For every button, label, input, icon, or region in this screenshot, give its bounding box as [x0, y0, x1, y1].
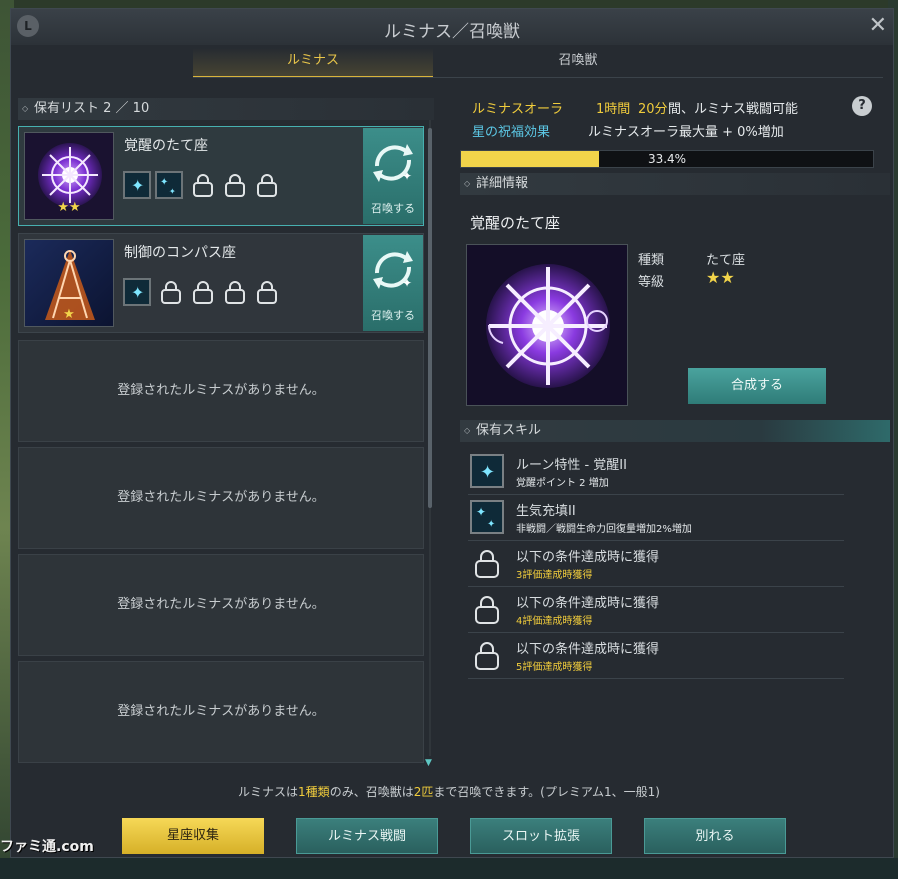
- summon-label: 召喚する: [371, 202, 415, 215]
- skill-desc: 非戦闘／戦闘生命力回復量増加2%増加: [516, 524, 692, 535]
- svg-text:✦: ✦: [402, 276, 412, 290]
- svg-text:✦: ✦: [487, 519, 495, 530]
- grade-stars: ★★: [57, 200, 81, 215]
- empty-slot: 登録されたルミナスがありません。: [18, 554, 424, 656]
- skill-name: ルーン特性 - 覚醒II: [516, 458, 627, 473]
- skill-slot-sparkle-icon[interactable]: ✦: [123, 171, 151, 199]
- window-title: ルミナス／召喚獣: [384, 22, 520, 42]
- note-part: まで召喚できます。(プレミアム1、一般1): [433, 785, 660, 799]
- luminas-thumbnail-shield: ★★: [24, 132, 114, 220]
- skill-desc: 5評価達成時獲得: [516, 662, 593, 673]
- skills-header: 保有スキル: [460, 420, 890, 442]
- summon-label: 召喚する: [371, 309, 415, 322]
- summon-button[interactable]: ✦ 召喚する: [363, 128, 423, 224]
- luminas-name: 覚醒のたて座: [124, 138, 208, 154]
- lock-icon: [470, 592, 504, 626]
- summon-icon: ✦: [373, 144, 413, 183]
- lock-icon: [470, 638, 504, 672]
- empty-slot: 登録されたルミナスがありません。: [18, 447, 424, 549]
- lock-icon: [189, 171, 217, 199]
- lock-icon: [221, 278, 249, 306]
- luminas-battle-button[interactable]: ルミナス戦闘: [296, 818, 438, 854]
- aura-progress-bar: 33.4%: [460, 150, 874, 168]
- close-icon[interactable]: ✕: [869, 13, 887, 38]
- grade-stars-icon: ★★: [706, 268, 735, 287]
- aura-minutes: 20分: [638, 102, 668, 117]
- aura-progress-text: 33.4%: [647, 152, 687, 166]
- skill-desc: 覚醒ポイント 2 増加: [516, 478, 609, 489]
- slot-expand-button[interactable]: スロット拡張: [470, 818, 612, 854]
- svg-text:✦: ✦: [402, 169, 412, 183]
- scroll-down-arrow-icon[interactable]: ▼: [425, 758, 432, 768]
- skill-row-locked[interactable]: 以下の条件達成時に獲得 4評価達成時獲得: [468, 588, 844, 633]
- luminas-entry-shield[interactable]: ★★ 覚醒のたて座 ✦ ✦ ✦ ✦ 召喚する: [18, 126, 424, 226]
- aura-hours: 1時間: [596, 102, 631, 117]
- constellation-collect-button[interactable]: 星座収集: [122, 818, 264, 854]
- detail-header: 詳細情報: [460, 173, 890, 195]
- scrollbar-thumb[interactable]: [428, 128, 432, 508]
- lock-icon: [221, 171, 249, 199]
- skill-slot-sparkle-icon[interactable]: ✦: [123, 278, 151, 306]
- aura-label: ルミナスオーラ: [472, 102, 564, 117]
- luminas-entry-compass[interactable]: ★ 制御のコンパス座 ✦ ✦ 召喚する: [18, 233, 424, 333]
- summon-limit-note: ルミナスは1種類のみ、召喚獣は2匹まで召喚できます。(プレミアム1、一般1): [0, 783, 898, 800]
- detail-name: 覚醒のたて座: [470, 214, 561, 232]
- svg-text:✦: ✦: [476, 505, 486, 519]
- lock-icon: [253, 278, 281, 306]
- tab-luminas[interactable]: ルミナス: [193, 48, 433, 78]
- watermark-logo: ファミ通.com: [0, 839, 94, 855]
- skill-name: 以下の条件達成時に獲得: [516, 642, 660, 657]
- lock-icon: [470, 546, 504, 580]
- part-ways-button[interactable]: 別れる: [644, 818, 786, 854]
- note-highlight: 1種類: [298, 785, 330, 799]
- aura-duration-text: 間、ルミナス戦闘可能: [668, 102, 799, 117]
- owned-list-header: 保有リスト 2 ／ 10: [18, 98, 434, 120]
- luminas-thumbnail-compass: ★: [24, 239, 114, 327]
- background-hud-bottom: [0, 858, 898, 879]
- empty-slot: 登録されたルミナスがありません。: [18, 661, 424, 763]
- type-label: 種類: [638, 253, 665, 268]
- skill-row[interactable]: ✦ ✦ 生気充填II 非戦闘／戦闘生命力回復量増加2%増加: [468, 496, 844, 541]
- title-bar: L ルミナス／召喚獣 ✕: [11, 9, 893, 45]
- svg-text:✦: ✦: [480, 462, 495, 483]
- note-part: のみ、召喚獣は: [329, 785, 414, 799]
- skill-name: 以下の条件達成時に獲得: [516, 550, 660, 565]
- tab-divider: [193, 77, 883, 78]
- skill-row-locked[interactable]: 以下の条件達成時に獲得 3評価達成時獲得: [468, 542, 844, 587]
- grade-stars: ★: [63, 307, 75, 322]
- skill-name: 以下の条件達成時に獲得: [516, 596, 660, 611]
- tab-summon-beast[interactable]: 召喚獣: [448, 48, 708, 76]
- skill-stars-icon: ✦ ✦: [470, 500, 504, 534]
- svg-text:✦: ✦: [131, 283, 144, 302]
- type-value: たて座: [706, 253, 746, 268]
- grade-label: 等級: [638, 275, 665, 290]
- note-part: ルミナスは: [238, 785, 299, 799]
- lock-icon: [253, 171, 281, 199]
- blessing-label: 星の祝福効果: [472, 125, 551, 140]
- note-highlight: 2匹: [413, 785, 434, 799]
- luminas-name: 制御のコンパス座: [124, 245, 236, 261]
- blessing-effect: ルミナスオーラ最大量 + 0%増加: [588, 125, 784, 140]
- skill-desc: 3評価達成時獲得: [516, 570, 593, 581]
- summon-button[interactable]: ✦ 召喚する: [363, 235, 423, 331]
- svg-text:✦: ✦: [131, 176, 144, 195]
- lock-icon: [189, 278, 217, 306]
- fuse-button[interactable]: 合成する: [688, 368, 826, 404]
- skill-name: 生気充填II: [516, 504, 576, 519]
- help-icon[interactable]: ?: [852, 96, 872, 116]
- luminas-detail-image: [466, 244, 628, 406]
- skill-desc: 4評価達成時獲得: [516, 616, 593, 627]
- skill-slot-stars-icon[interactable]: ✦ ✦: [155, 171, 183, 199]
- summon-icon: ✦: [373, 251, 413, 290]
- svg-text:✦: ✦: [169, 187, 176, 196]
- empty-slot: 登録されたルミナスがありません。: [18, 340, 424, 442]
- skill-sparkle-icon: ✦: [470, 454, 504, 488]
- skill-row-locked[interactable]: 以下の条件達成時に獲得 5評価達成時獲得: [468, 634, 844, 679]
- lock-icon: [157, 278, 185, 306]
- svg-text:✦: ✦: [160, 177, 168, 188]
- skill-row[interactable]: ✦ ルーン特性 - 覚醒II 覚醒ポイント 2 増加: [468, 450, 844, 495]
